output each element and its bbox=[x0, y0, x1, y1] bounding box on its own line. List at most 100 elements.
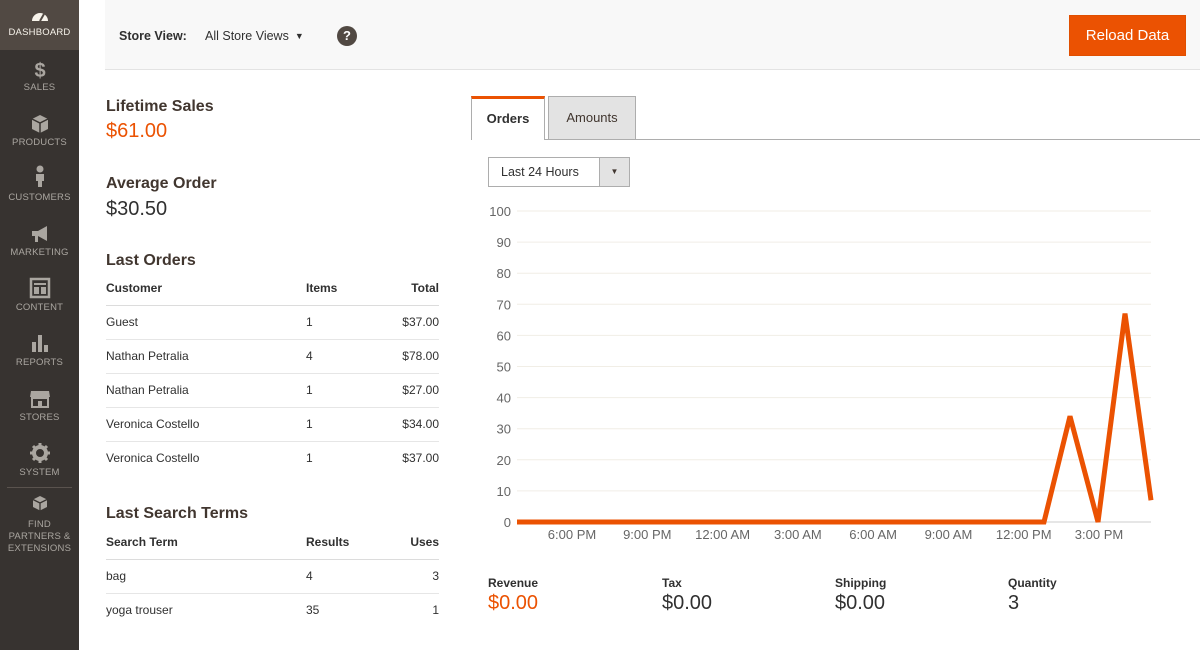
shipping-label: Shipping bbox=[835, 576, 887, 590]
sidebar-item-label: PRODUCTS bbox=[12, 137, 67, 148]
store-view-dropdown[interactable]: All Store Views ▼ bbox=[205, 29, 304, 43]
sidebar-item-customers[interactable]: CUSTOMERS bbox=[0, 165, 79, 215]
tab-orders[interactable]: Orders bbox=[471, 96, 545, 140]
customer-cell: Veronica Costello bbox=[106, 451, 200, 466]
items-cell: 4 bbox=[306, 339, 376, 374]
uses-cell: 3 bbox=[376, 559, 439, 594]
total-cell: $78.00 bbox=[376, 339, 439, 374]
y-tick-label: 40 bbox=[497, 391, 511, 406]
x-tick-label: 3:00 AM bbox=[774, 527, 822, 542]
cubes-icon bbox=[32, 496, 48, 511]
sidebar-item-label: CONTENT bbox=[15, 302, 64, 313]
table-row[interactable]: Nathan Petralia 4 $78.00 bbox=[106, 339, 439, 374]
sidebar-item-reports[interactable]: REPORTS bbox=[0, 330, 79, 380]
table-row[interactable]: Guest 1 $37.00 bbox=[106, 305, 439, 340]
box-icon bbox=[31, 115, 49, 133]
results-cell: 4 bbox=[306, 559, 376, 594]
items-cell: 1 bbox=[306, 407, 376, 442]
store-view-label: Store View: bbox=[119, 29, 187, 43]
results-cell: 35 bbox=[306, 603, 320, 618]
tax-label: Tax bbox=[662, 576, 682, 590]
gear-icon bbox=[30, 443, 50, 463]
table-row[interactable]: Veronica Costello 1 $34.00 bbox=[106, 407, 439, 442]
tab-amounts[interactable]: Amounts bbox=[548, 96, 636, 139]
column-header: Search Term bbox=[106, 526, 306, 560]
sidebar-item-dashboard[interactable]: DASHBOARD bbox=[0, 0, 79, 50]
caret-down-icon: ▼ bbox=[294, 31, 304, 41]
y-tick-label: 100 bbox=[489, 204, 511, 219]
customer-cell: Guest bbox=[106, 305, 306, 340]
x-tick-label: 12:00 AM bbox=[695, 527, 750, 542]
items-cell: 1 bbox=[306, 373, 376, 408]
y-tick-label: 30 bbox=[497, 422, 511, 437]
megaphone-icon bbox=[32, 226, 47, 242]
tabs-baseline bbox=[471, 139, 1200, 140]
total-cell: $27.00 bbox=[376, 373, 439, 408]
table-row[interactable]: Nathan Petralia 1 $27.00 bbox=[106, 373, 439, 408]
x-tick-label: 12:00 PM bbox=[996, 527, 1052, 542]
customer-cell: Nathan Petralia bbox=[106, 339, 306, 374]
average-order-value: $30.50 bbox=[106, 198, 168, 220]
y-tick-label: 80 bbox=[497, 266, 511, 281]
tax-value: $0.00 bbox=[662, 592, 713, 614]
column-header: Uses bbox=[376, 526, 439, 560]
total-cell: $34.00 bbox=[376, 407, 439, 442]
total-cell: $37.00 bbox=[402, 451, 439, 466]
orders-chart: 0 10 20 30 40 50 60 70 80 90 100 6:00 PM 9:00 PM 12:0… bbox=[489, 204, 1154, 542]
sidebar-item-sales[interactable]: $ SALES bbox=[0, 55, 79, 105]
table-row[interactable]: bag 4 3 bbox=[106, 559, 439, 594]
sidebar-item-stores[interactable]: STORES bbox=[0, 385, 79, 435]
sidebar-item-products[interactable]: PRODUCTS bbox=[0, 110, 79, 160]
sidebar-item-marketing[interactable]: MARKETING bbox=[0, 220, 79, 270]
dashboard-header: Store View: All Store Views ▼ ? Reload Da… bbox=[105, 0, 1200, 70]
column-header: Items bbox=[306, 272, 376, 306]
sidebar-item-content[interactable]: CONTENT bbox=[0, 275, 79, 325]
revenue-label: Revenue bbox=[488, 576, 539, 590]
x-tick-label: 6:00 PM bbox=[548, 527, 596, 542]
bar-chart-icon bbox=[32, 335, 48, 352]
customer-cell: Nathan Petralia bbox=[106, 373, 306, 408]
x-tick-label: 9:00 PM bbox=[623, 527, 671, 542]
last-search-terms-table: Search Term Results Uses bag 4 3 yoga tr… bbox=[106, 526, 439, 627]
sidebar-item-label: MARKETING bbox=[10, 247, 69, 258]
column-header: Customer bbox=[106, 272, 306, 306]
last-orders-table: Customer Items Total Guest 1 $37.00 Nath… bbox=[106, 272, 439, 475]
uses-cell: 1 bbox=[432, 603, 439, 618]
sidebar-item-label: SALES bbox=[23, 82, 56, 93]
last-orders-title: Last Orders bbox=[106, 252, 196, 269]
table-row[interactable]: yoga trouser 35 1 bbox=[106, 593, 439, 627]
layout-icon bbox=[29, 277, 51, 299]
store-view-value: All Store Views bbox=[205, 29, 289, 43]
caret-down-icon[interactable]: ▼ bbox=[599, 158, 629, 186]
y-tick-label: 50 bbox=[497, 360, 511, 375]
column-header: Total bbox=[376, 272, 439, 306]
storefront-icon bbox=[30, 391, 50, 408]
search-term-cell: bag bbox=[106, 559, 306, 594]
y-tick-label: 0 bbox=[504, 515, 511, 530]
items-cell: 1 bbox=[306, 451, 313, 466]
sidebar-item-label: REPORTS bbox=[15, 357, 64, 368]
table-header-row: Search Term Results Uses bbox=[106, 526, 439, 560]
search-term-cell: yoga trouser bbox=[106, 603, 173, 618]
customer-cell: Veronica Costello bbox=[106, 407, 306, 442]
average-order-label: Average Order bbox=[106, 175, 217, 192]
column-header: Results bbox=[306, 526, 376, 560]
sidebar-item-label: FIND PARTNERS & EXTENSIONS bbox=[7, 519, 72, 554]
sidebar-item-find-partners[interactable]: FIND PARTNERS & EXTENSIONS bbox=[0, 493, 79, 554]
quantity-value: 3 bbox=[1008, 592, 1020, 614]
x-tick-label: 9:00 AM bbox=[925, 527, 973, 542]
period-value: Last 24 Hours bbox=[501, 165, 579, 179]
y-tick-label: 60 bbox=[497, 328, 511, 343]
y-tick-label: 10 bbox=[497, 484, 511, 499]
x-tick-label: 6:00 AM bbox=[849, 527, 897, 542]
reload-data-button[interactable]: Reload Data bbox=[1069, 15, 1186, 56]
total-cell: $37.00 bbox=[376, 305, 439, 340]
admin-sidebar: DASHBOARD $ SALES PRODUCTS CUSTOMERS MAR… bbox=[0, 0, 79, 650]
shipping-value: $0.00 bbox=[835, 592, 886, 614]
sidebar-item-label: SYSTEM bbox=[19, 467, 60, 478]
revenue-value: $0.00 bbox=[488, 592, 539, 614]
table-row[interactable]: Veronica Costello 1 $37.00 bbox=[106, 441, 439, 475]
period-dropdown[interactable]: Last 24 Hours ▼ bbox=[488, 157, 630, 187]
help-icon[interactable]: ? bbox=[337, 26, 357, 46]
sidebar-item-system[interactable]: SYSTEM bbox=[0, 440, 79, 490]
